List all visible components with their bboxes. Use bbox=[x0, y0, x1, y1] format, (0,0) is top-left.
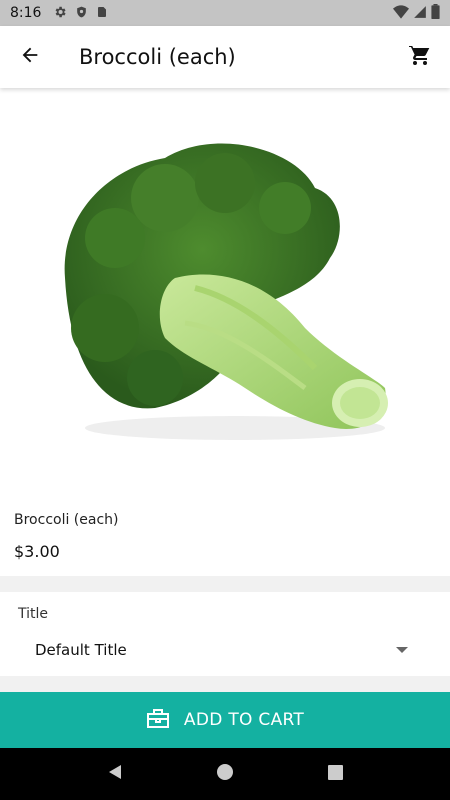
back-triangle-icon bbox=[107, 764, 123, 784]
page-title: Broccoli (each) bbox=[79, 45, 236, 69]
add-to-cart-label: ADD TO CART bbox=[183, 710, 305, 730]
broccoli-image bbox=[64, 143, 388, 440]
home-circle-icon bbox=[217, 764, 233, 784]
variant-label: Title bbox=[18, 606, 49, 622]
back-button[interactable] bbox=[0, 26, 60, 88]
gear-icon bbox=[53, 4, 67, 23]
battery-icon bbox=[431, 3, 440, 23]
product-price: $3.00 bbox=[14, 542, 60, 561]
variant-section: Title Default Title bbox=[0, 592, 450, 676]
shield-icon bbox=[75, 4, 88, 23]
product-image bbox=[0, 88, 450, 498]
dropdown-arrow-icon bbox=[396, 647, 408, 653]
app-bar: Broccoli (each) bbox=[0, 26, 450, 88]
nav-recents-button[interactable] bbox=[315, 754, 355, 794]
arrow-back-icon bbox=[19, 44, 41, 70]
nav-back-button[interactable] bbox=[95, 754, 135, 794]
variant-selected-value: Default Title bbox=[35, 641, 127, 659]
wifi-icon bbox=[393, 4, 409, 23]
add-to-cart-button[interactable]: ADD TO CART bbox=[0, 692, 450, 748]
section-divider bbox=[0, 676, 450, 692]
cart-button[interactable] bbox=[390, 26, 450, 88]
status-time: 8:16 bbox=[10, 5, 42, 21]
product-name: Broccoli (each) bbox=[14, 512, 119, 528]
variant-dropdown[interactable]: Default Title bbox=[0, 632, 450, 668]
signal-icon bbox=[413, 4, 427, 23]
product-info: Broccoli (each) $3.00 bbox=[0, 498, 450, 576]
sim-card-icon bbox=[96, 4, 108, 23]
briefcase-icon bbox=[146, 707, 170, 733]
status-bar: 8:16 bbox=[0, 0, 450, 26]
nav-home-button[interactable] bbox=[205, 754, 245, 794]
section-divider bbox=[0, 576, 450, 592]
recents-square-icon bbox=[327, 764, 343, 784]
system-nav-bar bbox=[0, 748, 450, 800]
shopping-cart-icon bbox=[408, 43, 432, 71]
